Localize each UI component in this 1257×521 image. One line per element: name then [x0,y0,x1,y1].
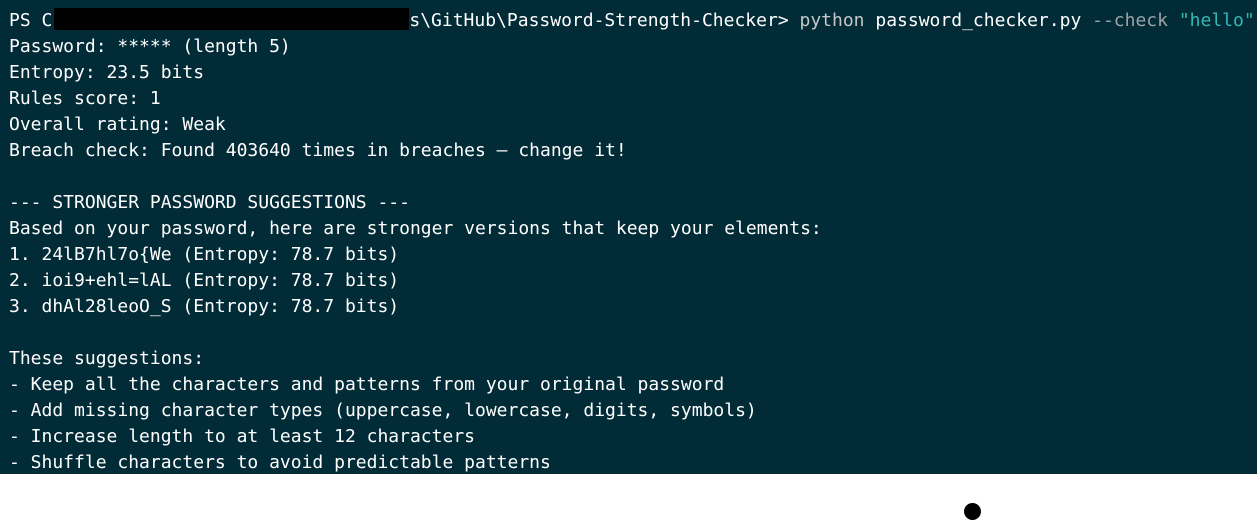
terminal-window[interactable]: PS Cs\GitHub\Password-Strength-Checker> … [0,0,1257,474]
output-breach-check: Breach check: Found 403640 times in brea… [9,140,627,161]
note-item: - Shuffle characters to avoid predictabl… [9,452,551,473]
note-item: - Add missing character types (uppercase… [9,400,757,421]
prompt-ps: PS C [9,10,53,31]
output-overall-rating: Overall rating: Weak [9,114,226,135]
command-prompt-line: PS Cs\GitHub\Password-Strength-Checker> … [9,8,1255,34]
redacted-path [54,8,410,30]
suggestions-header: --- STRONGER PASSWORD SUGGESTIONS --- [9,192,410,213]
prompt-path: s\GitHub\Password-Strength-Checker> [409,10,789,31]
mouse-cursor-dot [964,503,981,520]
output-entropy: Entropy: 23.5 bits [9,62,205,83]
suggestions-intro: Based on your password, here are stronge… [9,218,822,239]
output-password: Password: ***** (length 5) [9,36,291,57]
note-item: - Increase length to at least 12 charact… [9,426,475,447]
command-python: python [799,10,865,31]
note-item: - Keep all the characters and patterns f… [9,374,725,395]
output-rules-score: Rules score: 1 [9,88,161,109]
suggestion-item: 1. 24lB7hl7o{We (Entropy: 78.7 bits) [9,244,400,265]
suggestion-item: 2. ioi9+ehl=lAL (Entropy: 78.7 bits) [9,270,400,291]
command-argument: "hello" [1178,10,1255,31]
notes-header: These suggestions: [9,348,205,369]
command-script: password_checker.py [875,10,1082,31]
suggestion-item: 3. dhAl28leoO_S (Entropy: 78.7 bits) [9,296,400,317]
command-flag: --check [1092,10,1168,31]
